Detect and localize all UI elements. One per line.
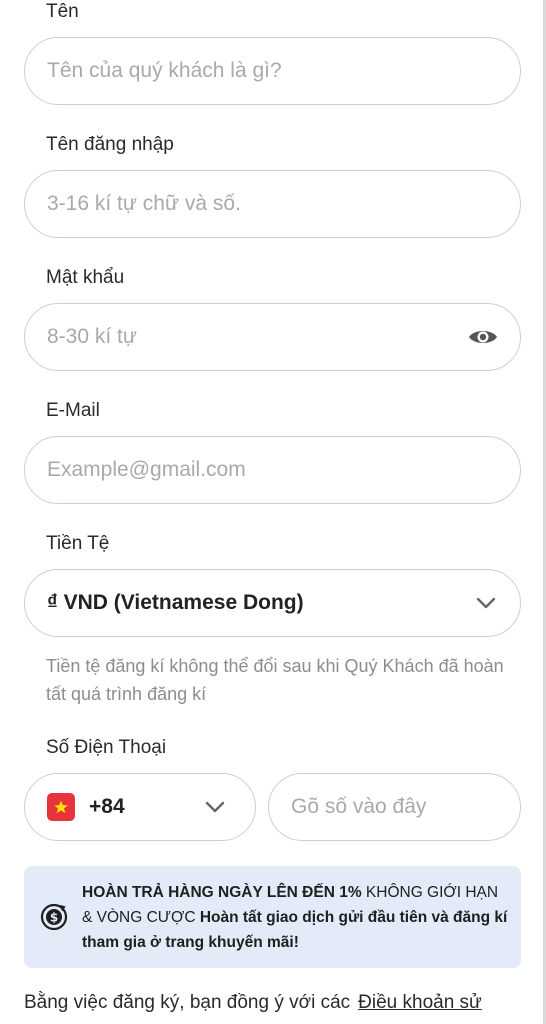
password-placeholder: 8-30 kí tự xyxy=(47,325,137,348)
vietnam-flag-icon xyxy=(47,793,75,821)
name-input[interactable]: Tên của quý khách là gì? xyxy=(24,37,521,105)
phone-number-input[interactable]: Gõ số vào đây xyxy=(268,773,521,841)
phone-label: Số Điện Thoại xyxy=(46,737,167,758)
currency-select[interactable]: ₫ VND (Vietnamese Dong) xyxy=(24,569,521,637)
terms-text: Bằng việc đăng ký, bạn đồng ý với các xyxy=(24,992,351,1013)
eye-icon[interactable] xyxy=(468,322,498,352)
password-label: Mật khẩu xyxy=(46,267,125,288)
username-placeholder: 3-16 kí tự chữ và số. xyxy=(47,192,241,215)
svg-text:$: $ xyxy=(50,911,58,925)
chevron-down-icon xyxy=(203,795,227,819)
terms-notice: Bằng việc đăng ký, bạn đồng ý với các Điề… xyxy=(24,992,482,1014)
email-placeholder: Example@gmail.com xyxy=(47,458,246,481)
promo-banner: $ HOÀN TRẢ HÀNG NGÀY LÊN ĐẾN 1% KHÔNG GI… xyxy=(24,866,521,968)
username-label: Tên đăng nhập xyxy=(46,134,174,155)
terms-link[interactable]: Điều khoản sử xyxy=(358,992,482,1013)
country-code-value: +84 xyxy=(89,795,125,818)
phone-placeholder: Gõ số vào đây xyxy=(291,795,427,818)
name-placeholder: Tên của quý khách là gì? xyxy=(47,59,282,82)
chevron-down-icon xyxy=(474,591,498,615)
currency-label: Tiền Tệ xyxy=(46,533,110,554)
email-label: E-Mail xyxy=(46,400,100,421)
password-input[interactable]: 8-30 kí tự xyxy=(24,303,521,371)
name-label: Tên xyxy=(46,1,79,22)
currency-value: ₫ VND (Vietnamese Dong) xyxy=(47,591,304,614)
username-input[interactable]: 3-16 kí tự chữ và số. xyxy=(24,170,521,238)
country-code-select[interactable]: +84 xyxy=(24,773,256,841)
signup-form-page: Tên Tên của quý khách là gì? Tên đăng nh… xyxy=(0,0,546,1024)
email-input[interactable]: Example@gmail.com xyxy=(24,436,521,504)
promo-text: HOÀN TRẢ HÀNG NGÀY LÊN ĐẾN 1% KHÔNG GIỚI… xyxy=(82,880,509,955)
promo-headline: HOÀN TRẢ HÀNG NGÀY LÊN ĐẾN 1% xyxy=(82,883,362,901)
currency-hint: Tiền tệ đăng kí không thể đổi sau khi Qu… xyxy=(46,656,504,704)
cashback-icon: $ xyxy=(40,903,68,931)
